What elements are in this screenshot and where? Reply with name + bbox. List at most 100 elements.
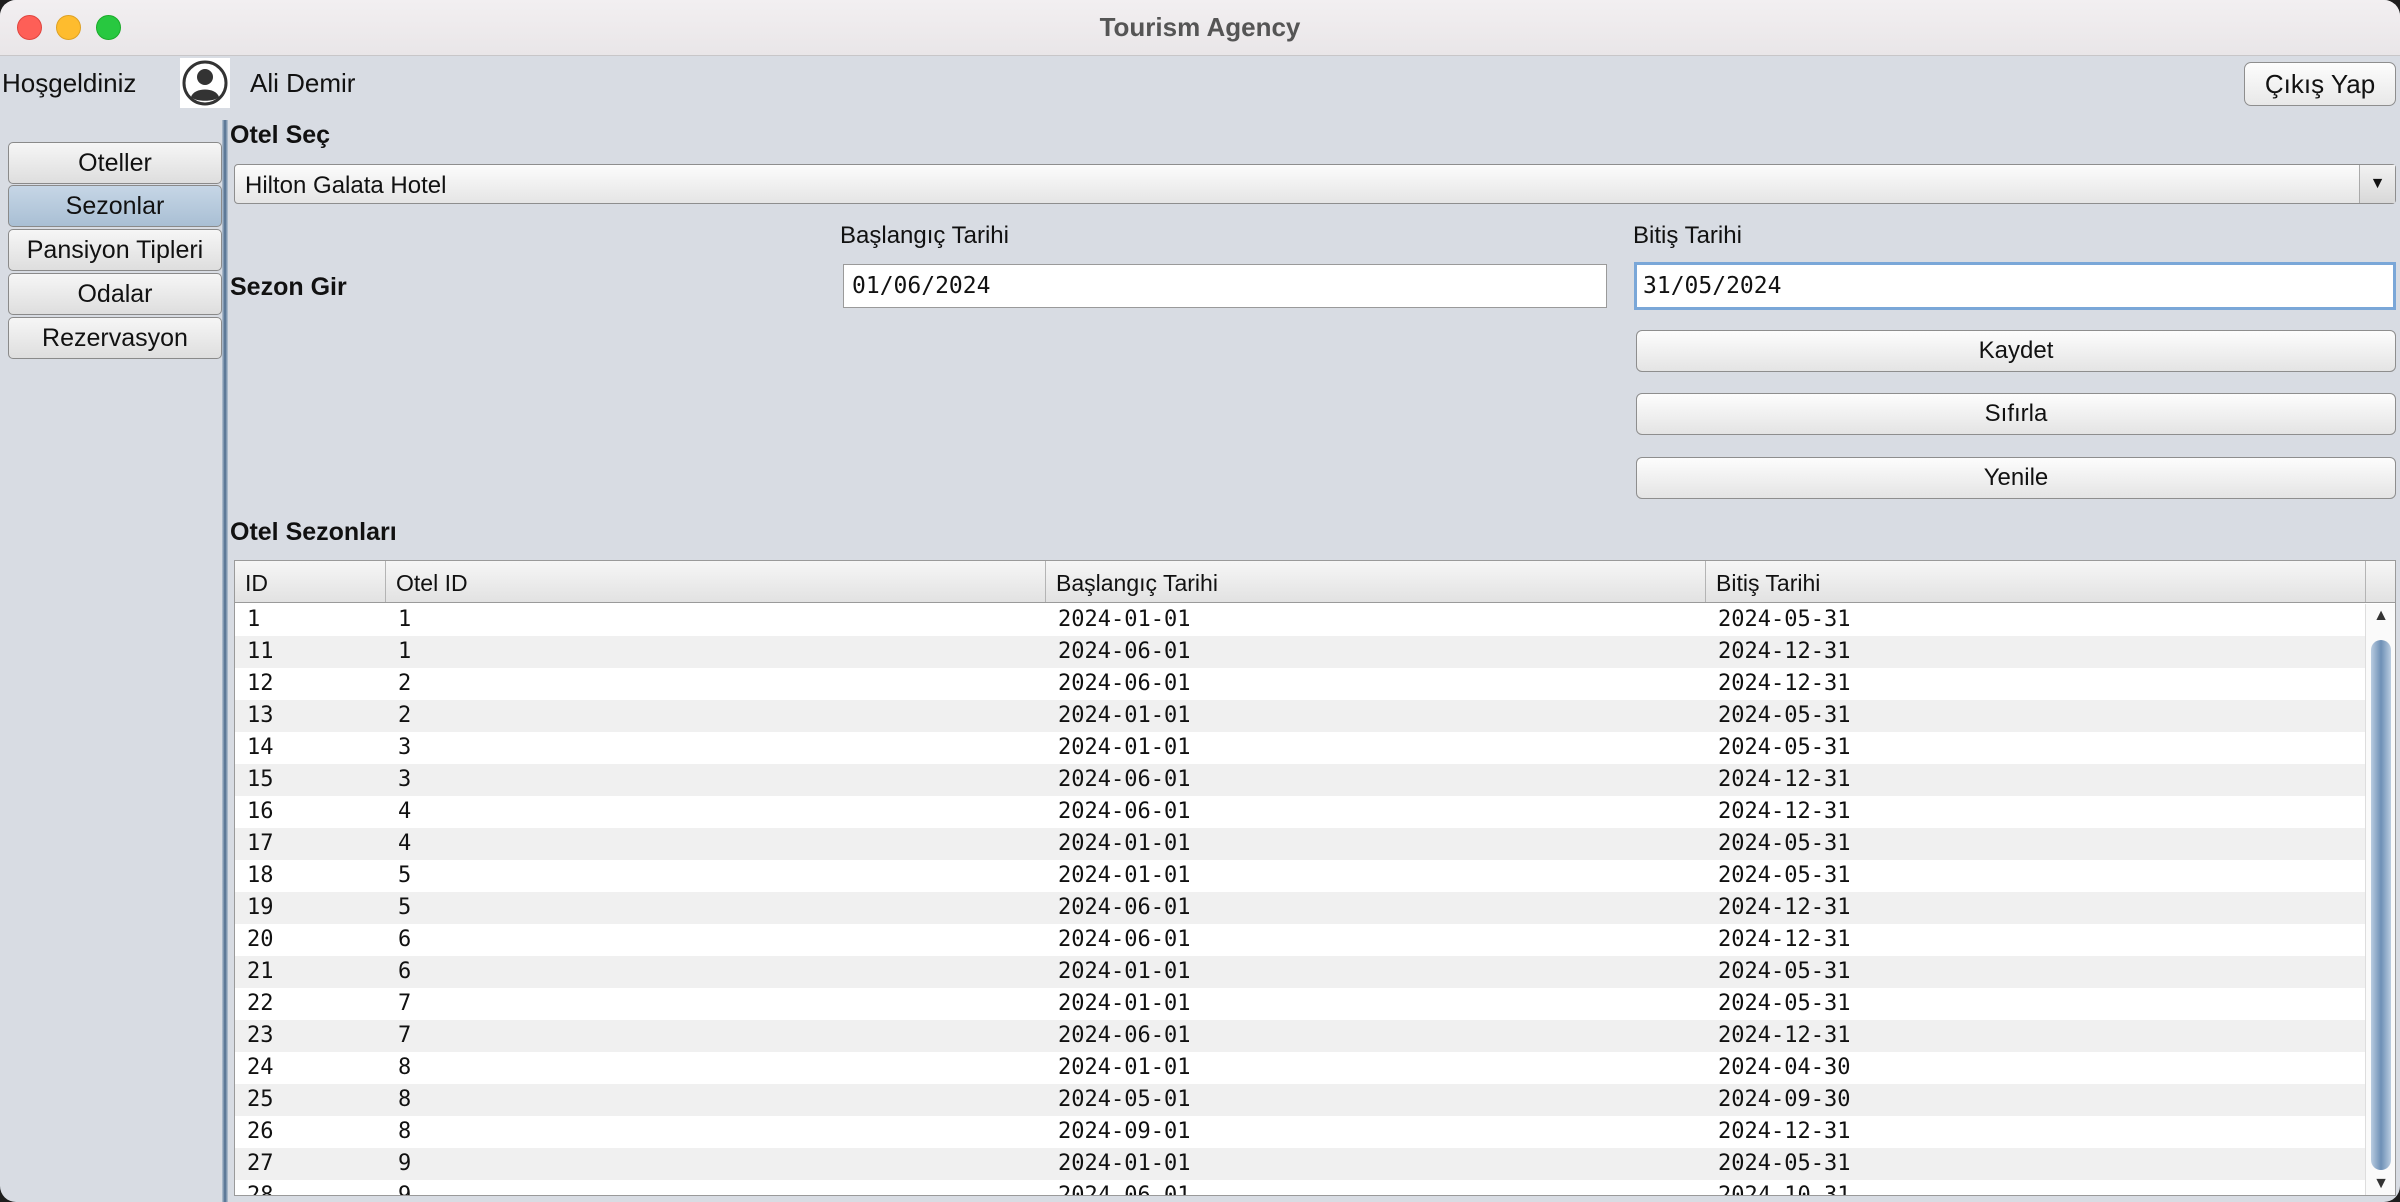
cell-end-date: 2024-12-31 bbox=[1718, 639, 1851, 664]
seasons-table: ID Otel ID Başlangıç Tarihi Bitiş Tarihi… bbox=[234, 560, 2396, 1196]
table-row[interactable]: 21 6 2024-01-01 2024-05-31 bbox=[235, 956, 2365, 988]
table-row[interactable]: 17 4 2024-01-01 2024-05-31 bbox=[235, 828, 2365, 860]
refresh-button[interactable]: Yenile bbox=[1636, 457, 2396, 499]
column-header-id[interactable]: ID bbox=[235, 561, 386, 602]
cell-id: 21 bbox=[247, 959, 274, 984]
cell-start-date: 2024-06-01 bbox=[1058, 927, 1191, 952]
cell-end-date: 2024-05-31 bbox=[1718, 1151, 1851, 1176]
window-title: Tourism Agency bbox=[1099, 12, 1301, 42]
table-row[interactable]: 26 8 2024-09-01 2024-12-31 bbox=[235, 1116, 2365, 1148]
cell-id: 17 bbox=[247, 831, 274, 856]
cell-hotel-id: 9 bbox=[398, 1183, 412, 1196]
cell-end-date: 2024-04-30 bbox=[1718, 1055, 1851, 1080]
table-row[interactable]: 13 2 2024-01-01 2024-05-31 bbox=[235, 700, 2365, 732]
sidebar-item-hotels[interactable]: Oteller bbox=[8, 142, 222, 184]
cell-id: 20 bbox=[247, 927, 274, 952]
table-row[interactable]: 12 2 2024-06-01 2024-12-31 bbox=[235, 668, 2365, 700]
arrow-down-icon[interactable]: ▼ bbox=[2366, 1172, 2395, 1195]
cell-start-date: 2024-01-01 bbox=[1058, 1151, 1191, 1176]
cell-hotel-id: 4 bbox=[398, 831, 412, 856]
cell-start-date: 2024-06-01 bbox=[1058, 767, 1191, 792]
cell-end-date: 2024-05-31 bbox=[1718, 703, 1851, 728]
column-header-start-date[interactable]: Başlangıç Tarihi bbox=[1046, 561, 1706, 602]
table-row[interactable]: 11 1 2024-06-01 2024-12-31 bbox=[235, 636, 2365, 668]
sidebar-item-seasons[interactable]: Sezonlar bbox=[8, 185, 222, 227]
cell-id: 13 bbox=[247, 703, 274, 728]
hotel-select-label: Otel Seç bbox=[230, 121, 331, 149]
hotel-select-dropdown[interactable]: Hilton Galata Hotel ▼ bbox=[234, 164, 2396, 204]
cell-id: 18 bbox=[247, 863, 274, 888]
cell-start-date: 2024-06-01 bbox=[1058, 671, 1191, 696]
cell-id: 15 bbox=[247, 767, 274, 792]
split-pane-divider[interactable] bbox=[222, 120, 228, 1202]
table-row[interactable]: 24 8 2024-01-01 2024-04-30 bbox=[235, 1052, 2365, 1084]
cell-start-date: 2024-09-01 bbox=[1058, 1119, 1191, 1144]
table-body: 1 1 2024-01-01 2024-05-31 11 1 2024-06-01 2024-… bbox=[235, 604, 2365, 1196]
cell-start-date: 2024-06-01 bbox=[1058, 1023, 1191, 1048]
vertical-scrollbar[interactable]: ▲ ▼ bbox=[2365, 604, 2395, 1195]
cell-hotel-id: 2 bbox=[398, 671, 412, 696]
cell-id: 22 bbox=[247, 991, 274, 1016]
sidebar-item-pension-types[interactable]: Pansiyon Tipleri bbox=[8, 229, 222, 271]
sidebar-item-rooms[interactable]: Odalar bbox=[8, 273, 222, 315]
cell-end-date: 2024-12-31 bbox=[1718, 799, 1851, 824]
save-button[interactable]: Kaydet bbox=[1636, 330, 2396, 372]
cell-id: 12 bbox=[247, 671, 274, 696]
cell-start-date: 2024-01-01 bbox=[1058, 1055, 1191, 1080]
cell-end-date: 2024-05-31 bbox=[1718, 863, 1851, 888]
start-date-label: Başlangıç Tarihi bbox=[840, 222, 1009, 249]
cell-hotel-id: 3 bbox=[398, 767, 412, 792]
column-header-hotel-id[interactable]: Otel ID bbox=[386, 561, 1046, 602]
table-row[interactable]: 19 5 2024-06-01 2024-12-31 bbox=[235, 892, 2365, 924]
cell-hotel-id: 1 bbox=[398, 639, 412, 664]
cell-end-date: 2024-12-31 bbox=[1718, 895, 1851, 920]
table-row[interactable]: 22 7 2024-01-01 2024-05-31 bbox=[235, 988, 2365, 1020]
cell-hotel-id: 3 bbox=[398, 735, 412, 760]
cell-start-date: 2024-06-01 bbox=[1058, 799, 1191, 824]
cell-hotel-id: 8 bbox=[398, 1055, 412, 1080]
cell-id: 24 bbox=[247, 1055, 274, 1080]
cell-hotel-id: 1 bbox=[398, 607, 412, 632]
table-row[interactable]: 1 1 2024-01-01 2024-05-31 bbox=[235, 604, 2365, 636]
end-date-field[interactable] bbox=[1634, 262, 2396, 310]
start-date-field[interactable] bbox=[843, 264, 1607, 308]
arrow-up-icon[interactable]: ▲ bbox=[2366, 604, 2395, 628]
table-row[interactable]: 18 5 2024-01-01 2024-05-31 bbox=[235, 860, 2365, 892]
cell-id: 23 bbox=[247, 1023, 274, 1048]
sidebar-item-reservation[interactable]: Rezervasyon bbox=[8, 317, 222, 359]
table-row[interactable]: 16 4 2024-06-01 2024-12-31 bbox=[235, 796, 2365, 828]
cell-start-date: 2024-01-01 bbox=[1058, 991, 1191, 1016]
scrollbar-thumb[interactable] bbox=[2371, 640, 2391, 1170]
app-window: Tourism Agency Hoşgeldiniz Ali Demir Çık… bbox=[0, 0, 2400, 1202]
cell-end-date: 2024-05-31 bbox=[1718, 607, 1851, 632]
user-avatar-icon bbox=[180, 58, 230, 108]
cell-start-date: 2024-06-01 bbox=[1058, 895, 1191, 920]
cell-hotel-id: 7 bbox=[398, 1023, 412, 1048]
cell-start-date: 2024-01-01 bbox=[1058, 607, 1191, 632]
table-row[interactable]: 15 3 2024-06-01 2024-12-31 bbox=[235, 764, 2365, 796]
season-entry-label: Sezon Gir bbox=[230, 273, 347, 301]
cell-hotel-id: 9 bbox=[398, 1151, 412, 1176]
title-bar: Tourism Agency bbox=[0, 0, 2400, 56]
table-title: Otel Sezonları bbox=[230, 518, 397, 546]
logout-button[interactable]: Çıkış Yap bbox=[2244, 62, 2396, 106]
table-row[interactable]: 23 7 2024-06-01 2024-12-31 bbox=[235, 1020, 2365, 1052]
table-row[interactable]: 20 6 2024-06-01 2024-12-31 bbox=[235, 924, 2365, 956]
table-row[interactable]: 27 9 2024-01-01 2024-05-31 bbox=[235, 1148, 2365, 1180]
table-row[interactable]: 14 3 2024-01-01 2024-05-31 bbox=[235, 732, 2365, 764]
cell-hotel-id: 2 bbox=[398, 703, 412, 728]
cell-hotel-id: 4 bbox=[398, 799, 412, 824]
reset-button[interactable]: Sıfırla bbox=[1636, 393, 2396, 435]
column-header-end-date[interactable]: Bitiş Tarihi bbox=[1706, 561, 2366, 602]
table-row[interactable]: 28 9 2024-06-01 2024-10-31 bbox=[235, 1180, 2365, 1196]
cell-end-date: 2024-05-31 bbox=[1718, 735, 1851, 760]
cell-end-date: 2024-12-31 bbox=[1718, 1023, 1851, 1048]
cell-hotel-id: 7 bbox=[398, 991, 412, 1016]
welcome-label: Hoşgeldiniz bbox=[2, 68, 137, 98]
cell-id: 19 bbox=[247, 895, 274, 920]
cell-hotel-id: 6 bbox=[398, 959, 412, 984]
hotel-select-value: Hilton Galata Hotel bbox=[245, 172, 447, 199]
cell-hotel-id: 8 bbox=[398, 1119, 412, 1144]
chevron-down-icon[interactable]: ▼ bbox=[2359, 165, 2395, 203]
table-row[interactable]: 25 8 2024-05-01 2024-09-30 bbox=[235, 1084, 2365, 1116]
